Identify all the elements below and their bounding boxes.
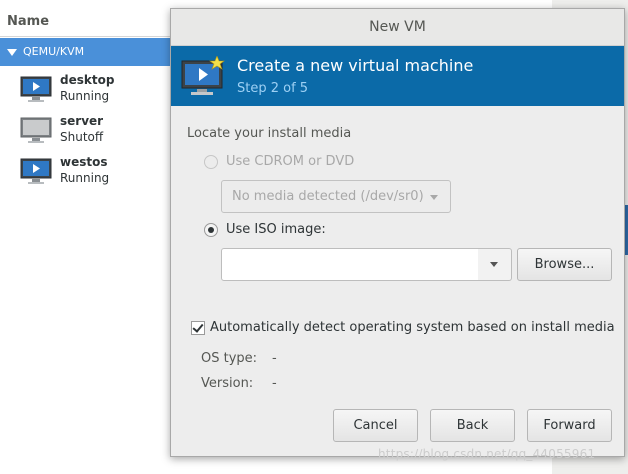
cdrom-option-label: Use CDROM or DVD (226, 154, 355, 169)
running-monitor-icon (20, 158, 52, 184)
vm-state: Running (60, 89, 110, 103)
new-vm-dialog: New VM Create a new virtual machine Step… (170, 8, 625, 457)
vm-state: Running (60, 171, 110, 185)
column-header-name: Name (7, 14, 50, 29)
vm-name: server (60, 114, 104, 128)
back-button-label: Back (456, 418, 489, 433)
chevron-down-icon (430, 195, 438, 200)
forward-button-label: Forward (543, 418, 596, 433)
vm-name: desktop (60, 73, 115, 87)
running-monitor-icon (20, 76, 52, 102)
browse-button[interactable]: Browse... (517, 248, 612, 281)
iso-option-label: Use ISO image: (226, 222, 326, 237)
expander-triangle-icon[interactable] (7, 49, 17, 56)
connection-label: QEMU/KVM (23, 45, 85, 58)
cdrom-radio[interactable] (204, 155, 218, 169)
iso-path-input[interactable] (221, 248, 479, 281)
vm-name: westos (60, 155, 108, 169)
browse-button-label: Browse... (534, 257, 595, 272)
install-media-heading: Locate your install media (187, 126, 352, 141)
vm-state: Shutoff (60, 130, 104, 144)
cancel-button-label: Cancel (353, 418, 398, 433)
chevron-down-icon (490, 262, 498, 267)
cancel-button[interactable]: Cancel (333, 409, 418, 442)
cdrom-combo-value: No media detected (/dev/sr0) (232, 189, 424, 204)
shutoff-monitor-icon (20, 117, 52, 143)
back-button[interactable]: Back (430, 409, 515, 442)
new-vm-monitor-icon (181, 56, 225, 95)
os-type-value: - (272, 351, 277, 366)
os-type-label: OS type: (201, 351, 258, 366)
forward-button[interactable]: Forward (527, 409, 612, 442)
cdrom-device-combo[interactable]: No media detected (/dev/sr0) (221, 180, 451, 213)
autodetect-checkbox[interactable] (191, 321, 205, 335)
watermark: https://blog.csdn.net/qq_44055961 (378, 447, 596, 461)
version-value: - (272, 376, 277, 391)
iso-history-dropdown[interactable] (478, 248, 512, 281)
wizard-banner: Create a new virtual machine Step 2 of 5 (171, 46, 624, 106)
iso-radio[interactable] (204, 223, 218, 237)
autodetect-label: Automatically detect operating system ba… (210, 320, 615, 335)
dialog-title: New VM (369, 19, 426, 35)
dialog-titlebar[interactable]: New VM (171, 9, 624, 46)
banner-title: Create a new virtual machine (237, 56, 474, 75)
version-label: Version: (201, 376, 254, 391)
banner-step: Step 2 of 5 (237, 81, 309, 96)
